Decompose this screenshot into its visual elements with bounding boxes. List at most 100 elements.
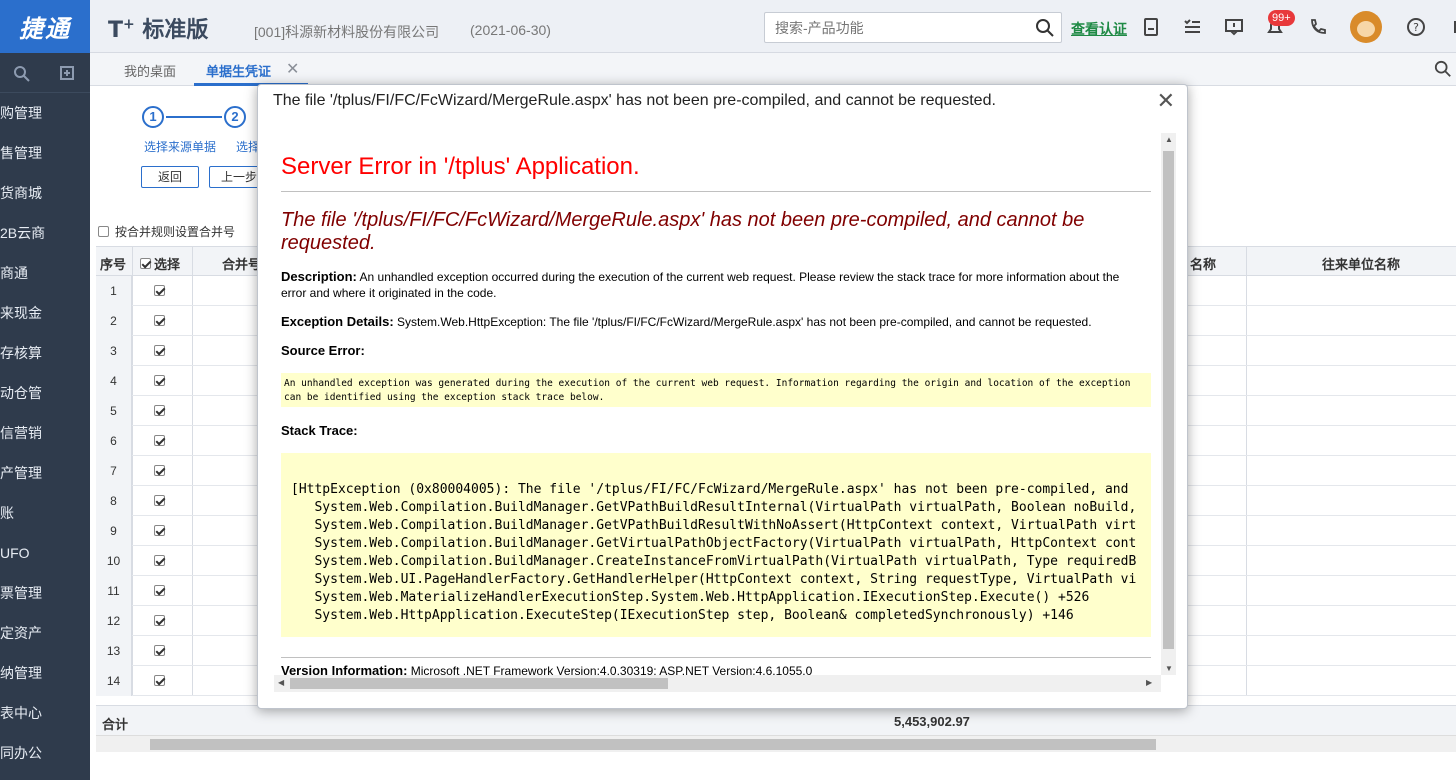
row-select-checkbox[interactable]	[154, 405, 165, 416]
svg-text:?: ?	[1413, 21, 1419, 34]
row-select-checkbox[interactable]	[154, 645, 165, 656]
step-1-label: 选择来源单据	[144, 140, 217, 154]
notification-badge: 99+	[1268, 10, 1295, 26]
app-logo: 捷通	[0, 0, 90, 53]
back-button[interactable]: 返回	[141, 166, 199, 188]
sidebar-item[interactable]: 售管理	[0, 133, 90, 173]
brand-letter: T	[108, 18, 124, 43]
row-number: 14	[96, 666, 132, 696]
calculator-icon[interactable]	[1140, 16, 1162, 38]
stack-trace-box: [HttpException (0x80004005): The file '/…	[281, 453, 1151, 637]
row-select-checkbox[interactable]	[154, 435, 165, 446]
sidebar-item[interactable]: 动仓管	[0, 373, 90, 413]
sidebar-item[interactable]: 购管理	[0, 93, 90, 133]
col-select[interactable]: 选择	[140, 254, 180, 273]
tab-my-desktop[interactable]: 我的桌面	[124, 61, 176, 80]
description-label: Description:	[281, 269, 357, 284]
error-description: Description: An unhandled exception occu…	[281, 269, 1141, 301]
scroll-right-icon[interactable]: ▶	[1146, 678, 1152, 687]
row-number: 6	[96, 426, 132, 456]
row-number: 2	[96, 306, 132, 336]
dialog-close-icon[interactable]: ✕	[1157, 88, 1175, 114]
scrollbar-thumb[interactable]	[290, 678, 668, 689]
message-icon[interactable]	[1223, 16, 1245, 38]
sidebar-item[interactable]: 票管理	[0, 573, 90, 613]
brand-edition: 标准版	[142, 18, 209, 43]
sidebar-item[interactable]: 2B云商	[0, 213, 90, 253]
sidebar-item[interactable]: 同办公	[0, 733, 90, 773]
row-select-checkbox[interactable]	[154, 525, 165, 536]
row-select-checkbox[interactable]	[154, 285, 165, 296]
col-seq: 序号	[100, 257, 127, 272]
row-select-checkbox[interactable]	[154, 615, 165, 626]
row-select-checkbox[interactable]	[154, 675, 165, 686]
description-text: An unhandled exception occurred during t…	[281, 270, 1120, 300]
scroll-down-icon[interactable]: ▼	[1165, 664, 1173, 673]
row-select-checkbox[interactable]	[154, 555, 165, 566]
company-name: [001]科源新材料股份有限公司	[254, 24, 440, 40]
total-row: 合计 5,453,902.97	[96, 705, 1456, 735]
more-icon[interactable]	[1446, 16, 1456, 38]
scroll-left-icon[interactable]: ◀	[278, 678, 284, 687]
server-error-heading: Server Error in '/tplus' Application.	[281, 153, 640, 180]
task-list-icon[interactable]	[1181, 16, 1203, 38]
sidebar-add-icon[interactable]	[59, 64, 77, 82]
total-amount: 5,453,902.97	[894, 714, 970, 729]
row-number: 12	[96, 606, 132, 636]
merge-rule-option[interactable]: 按合并规则设置合并号	[98, 223, 235, 240]
row-number: 9	[96, 516, 132, 546]
dialog-vertical-scrollbar[interactable]: ▲ ▼	[1161, 133, 1176, 675]
search-icon[interactable]	[1035, 18, 1055, 38]
row-select-checkbox[interactable]	[154, 315, 165, 326]
row-number: 5	[96, 396, 132, 426]
sidebar-item[interactable]: 纳管理	[0, 653, 90, 693]
row-select-checkbox[interactable]	[154, 465, 165, 476]
merge-rule-checkbox[interactable]	[98, 226, 109, 237]
sidebar-item[interactable]: 产管理	[0, 453, 90, 493]
sidebar-item[interactable]: UFO	[0, 533, 90, 573]
error-page: Server Error in '/tplus' Application. Th…	[281, 133, 1151, 675]
row-select-checkbox[interactable]	[154, 495, 165, 506]
source-error-box: An unhandled exception was generated dur…	[281, 373, 1151, 407]
divider	[281, 657, 1151, 658]
stack-trace-line: System.Web.MaterializeHandlerExecutionSt…	[291, 590, 1090, 605]
sidebar-item[interactable]: 账	[0, 493, 90, 533]
sidebar-item[interactable]: 信营销	[0, 413, 90, 453]
sidebar-item[interactable]: 商通	[0, 253, 90, 293]
sidebar-item[interactable]: 表中心	[0, 693, 90, 733]
row-select-checkbox[interactable]	[154, 375, 165, 386]
dialog-horizontal-scrollbar[interactable]: ◀ ▶	[274, 675, 1161, 692]
row-select-checkbox[interactable]	[154, 345, 165, 356]
step-1-circle: 1	[142, 106, 164, 128]
sidebar-item[interactable]: 来现金	[0, 293, 90, 333]
sidebar-item[interactable]: 存核算	[0, 333, 90, 373]
sidebar-search-icon[interactable]	[13, 64, 32, 82]
scroll-up-icon[interactable]: ▲	[1165, 135, 1173, 144]
row-number: 4	[96, 366, 132, 396]
col-merge-number: 合并号	[222, 257, 262, 272]
sidebar-item[interactable]: 定资产	[0, 613, 90, 653]
exception-label: Exception Details:	[281, 314, 394, 329]
tab-voucher-generation[interactable]: 单据生凭证	[206, 61, 271, 80]
stack-trace-line: System.Web.UI.PageHandlerFactory.GetHand…	[291, 572, 1137, 587]
merge-rule-label: 按合并规则设置合并号	[115, 225, 236, 239]
avatar-face	[1357, 21, 1375, 37]
grid-horizontal-scrollbar[interactable]	[96, 735, 1456, 752]
row-select-checkbox[interactable]	[154, 585, 165, 596]
select-all-checkbox[interactable]	[140, 258, 151, 269]
phone-icon[interactable]	[1307, 16, 1329, 38]
sidebar-item[interactable]: 货商城	[0, 173, 90, 213]
row-number: 3	[96, 336, 132, 366]
stack-trace-line: System.Web.Compilation.BuildManager.GetV…	[291, 518, 1137, 533]
row-number: 8	[96, 486, 132, 516]
user-avatar[interactable]	[1350, 11, 1382, 43]
help-icon[interactable]: ?	[1405, 16, 1427, 38]
stack-trace-line: System.Web.HttpApplication.ExecuteStep(I…	[291, 608, 1074, 623]
search-input[interactable]	[765, 13, 1025, 42]
scrollbar-thumb[interactable]	[150, 739, 1156, 750]
tab-close-icon[interactable]: ✕	[286, 59, 299, 79]
scrollbar-thumb[interactable]	[1163, 151, 1174, 649]
view-certification-link[interactable]: 查看认证	[1071, 19, 1127, 39]
step-2-circle: 2	[224, 106, 246, 128]
tab-search-icon[interactable]	[1434, 60, 1452, 78]
